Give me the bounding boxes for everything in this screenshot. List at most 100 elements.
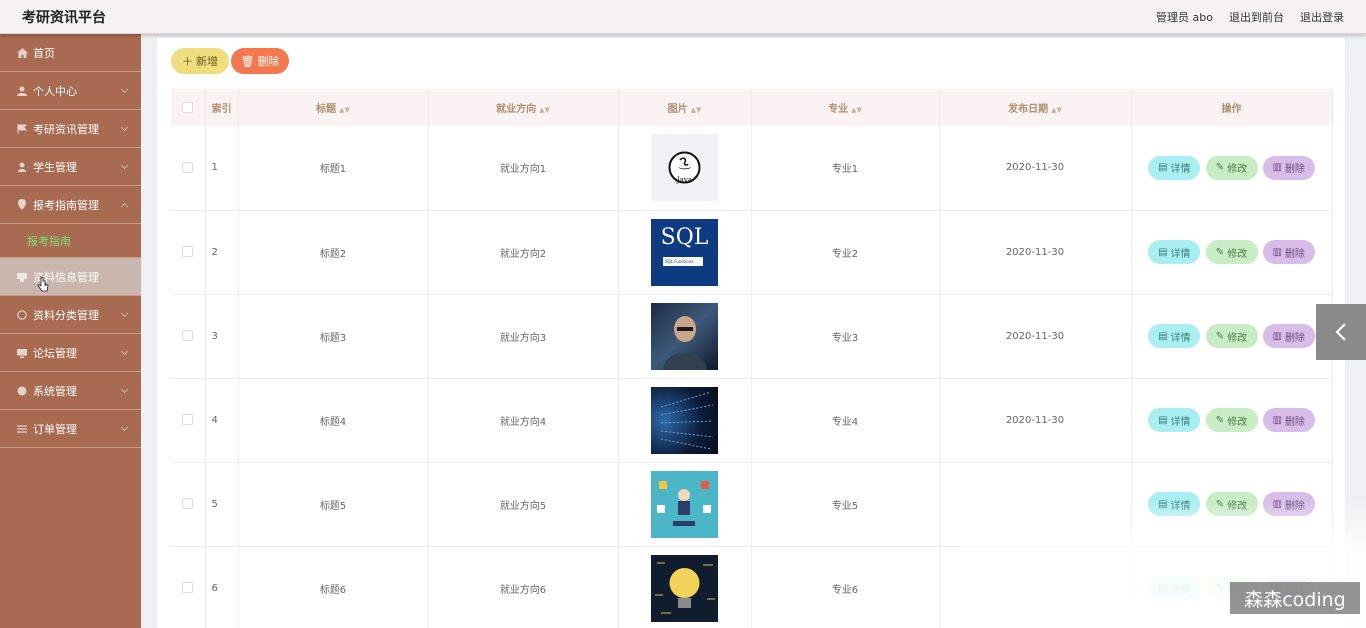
row-date [939, 462, 1132, 547]
row-title: 标题5 [238, 462, 429, 547]
row-checkbox[interactable] [182, 330, 194, 342]
row-title: 标题6 [238, 546, 429, 628]
sidebar-item-label: 论坛管理 [33, 346, 77, 360]
globe-icon [16, 385, 28, 397]
select-all-checkbox[interactable] [182, 101, 194, 113]
lightbulb-thumbnail [651, 554, 718, 622]
sidebar-item-news[interactable]: 考研资讯管理 [0, 110, 141, 148]
detail-button[interactable]: ▤ 详情 [1148, 240, 1201, 264]
detail-button[interactable]: ▤ 详情 [1148, 155, 1201, 180]
chevron-down-icon [120, 85, 129, 94]
row-title: 标题3 [238, 294, 429, 379]
row-checkbox[interactable] [182, 414, 194, 426]
row-index: 1 [205, 126, 239, 211]
sidebar-item-forum[interactable]: 论坛管理 [0, 334, 141, 372]
row-date: 2020-11-30 [939, 378, 1132, 463]
row-actions: ▤详情 ✎修改 ▥删除 [1131, 210, 1333, 295]
delete-button-label: 删除 [257, 55, 280, 68]
sort-icon[interactable]: ▲▼ [539, 106, 550, 114]
sidebar-item-profile[interactable]: 个人中心 [0, 72, 141, 110]
sidebar-item-home[interactable]: 首页 [0, 34, 141, 72]
column-header-actions: 操作 [1131, 89, 1333, 126]
side-panel-toggle[interactable] [1316, 304, 1366, 360]
row-direction: 就业方向6 [428, 546, 619, 628]
sidebar-item-categories[interactable]: 资料分类管理 [0, 296, 141, 334]
pencil-icon: ✎ [1215, 498, 1225, 510]
back-to-front-link[interactable]: 退出到前台 [1229, 9, 1284, 25]
add-button[interactable]: ＋ 新增 [171, 48, 229, 74]
pencil-icon: ✎ [1215, 330, 1225, 342]
sort-icon[interactable]: ▲▼ [851, 106, 862, 114]
row-index: 5 [205, 462, 239, 547]
logout-link[interactable]: 退出登录 [1300, 9, 1344, 25]
delete-button[interactable]: ▥删除 [1262, 408, 1315, 432]
sidebar-item-guide[interactable]: 报考指南管理 [0, 186, 141, 224]
pencil-icon: ✎ [1215, 582, 1225, 594]
detail-button[interactable]: ▤ 详情 [1148, 408, 1201, 432]
student-icon [16, 161, 28, 173]
column-header-major[interactable]: 专业 ▲▼ [751, 89, 940, 126]
code-stream-thumbnail [651, 386, 718, 454]
delete-button[interactable]: ▥删除 [1262, 324, 1315, 348]
row-major: 专业5 [751, 462, 940, 547]
row-index: 3 [205, 294, 239, 379]
sidebar-item-label: 报考指南管理 [33, 198, 99, 212]
sidebar-item-orders[interactable]: 订单管理 [0, 410, 141, 448]
chevron-up-icon [120, 202, 129, 211]
delete-button[interactable]: ▥删除 [1262, 155, 1315, 180]
sort-icon[interactable]: ▲▼ [1051, 106, 1062, 114]
column-header-date[interactable]: 发布日期 ▲▼ [939, 89, 1132, 126]
row-direction: 就业方向1 [428, 126, 619, 211]
row-direction: 就业方向4 [428, 378, 619, 463]
flag-icon [16, 123, 28, 135]
row-checkbox[interactable] [182, 246, 194, 258]
trash-icon: ▥ [1272, 246, 1282, 258]
column-header-title[interactable]: 标题 ▲▼ [238, 89, 429, 126]
mouse-cursor-icon [37, 276, 49, 292]
column-header-image[interactable]: 图片 ▲▼ [618, 89, 752, 126]
edit-button[interactable]: ✎修改 [1205, 155, 1258, 180]
sql-thumbnail: SQL SQL Functions [651, 218, 718, 286]
column-header-direction[interactable]: 就业方向 ▲▼ [428, 89, 619, 126]
detail-button[interactable]: ▤ 详情 [1148, 576, 1201, 600]
row-checkbox[interactable] [182, 498, 194, 510]
multitask-illustration-thumbnail [651, 470, 718, 538]
delete-button[interactable]: ▥删除 [1262, 240, 1315, 264]
sort-icon[interactable]: ▲▼ [339, 106, 350, 114]
sidebar-item-students[interactable]: 学生管理 [0, 148, 141, 186]
edit-button[interactable]: ✎修改 [1205, 240, 1258, 264]
list-icon [16, 423, 28, 435]
detail-button[interactable]: ▤ 详情 [1148, 492, 1201, 516]
sidebar-item-materials[interactable]: 资料信息管理 [0, 258, 141, 296]
delete-button[interactable]: ▥删除 [1262, 492, 1315, 516]
row-actions: ▤详情 ✎修改 ▥删除 [1131, 462, 1333, 547]
row-date [939, 546, 1132, 628]
sidebar-item-system[interactable]: 系统管理 [0, 372, 141, 410]
trash-icon: ▥ [1272, 498, 1282, 510]
sidebar-subitem-guide[interactable]: 报考指南 [0, 224, 141, 258]
java-label: Java [676, 176, 693, 185]
home-icon [16, 47, 28, 59]
row-actions: ▤详情 ✎修改 ▥删除 [1131, 294, 1333, 379]
doc-icon: ▤ [1158, 582, 1168, 594]
row-checkbox[interactable] [182, 162, 194, 173]
edit-button[interactable]: ✎修改 [1205, 324, 1258, 348]
table-row: 2 标题2 就业方向2 SQL SQL Functions 专业2 2020-1… [171, 210, 1333, 295]
edit-button[interactable]: ✎修改 [1205, 492, 1258, 516]
table-row: 1 标题1 就业方向1 Java 专业1 2020-11-30 ▤ 详情 ✎ 修改 [171, 126, 1333, 211]
sort-icon[interactable]: ▲▼ [691, 106, 702, 114]
select-all-cell [171, 89, 206, 126]
location-icon [16, 199, 28, 211]
row-index: 6 [205, 546, 239, 628]
edit-button[interactable]: ✎修改 [1205, 408, 1258, 432]
top-header: 考研资讯平台 管理员 abo 退出到前台 退出登录 [0, 0, 1366, 34]
row-actions: ▤详情 ✎修改 ▥删除 [1131, 126, 1333, 211]
batch-delete-button[interactable]: 🗑 删除 [231, 48, 289, 74]
current-user: 管理员 abo [1156, 11, 1213, 24]
table-row: 4 标题4 就业方向4 专业4 2020-11-30 ▤ 详情 ✎ 修改 ▥ 删除 [171, 378, 1333, 463]
doc-icon: ▤ [1158, 498, 1168, 510]
monitor-icon [16, 347, 28, 359]
row-checkbox[interactable] [182, 582, 194, 594]
sidebar: 首页 个人中心 考研资讯管理 学生管理 报考指南管理 报考指南 资料信息管理 资… [0, 34, 141, 628]
detail-button[interactable]: ▤ 详情 [1148, 324, 1201, 348]
